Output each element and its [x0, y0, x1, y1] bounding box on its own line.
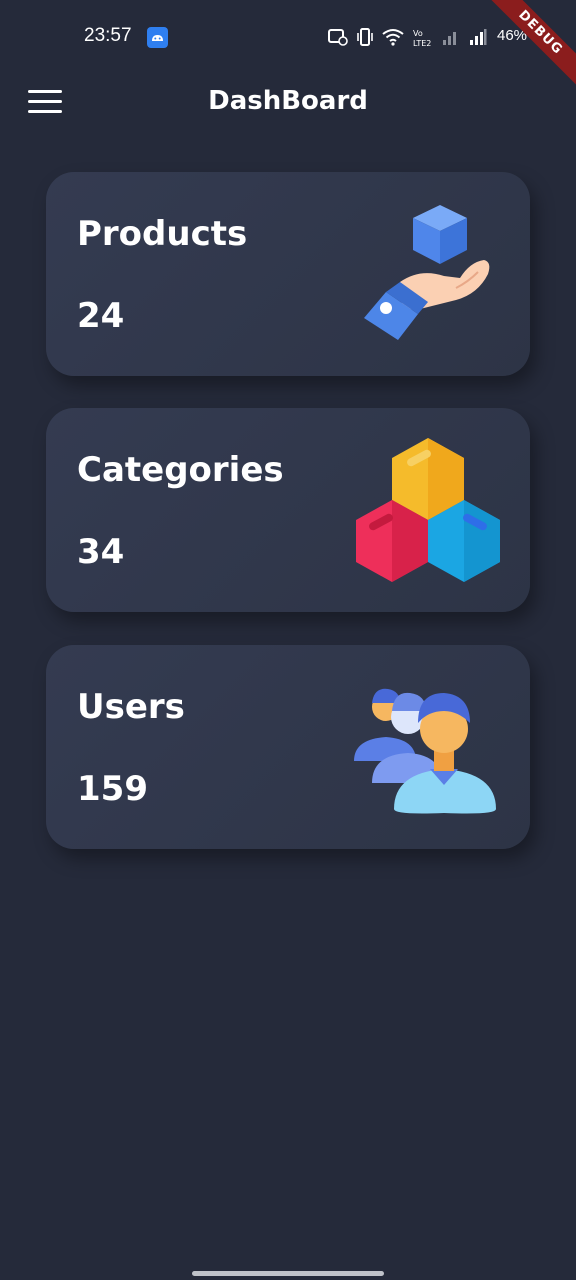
home-indicator[interactable]	[192, 1271, 384, 1276]
status-icons: Vo LTE2	[328, 26, 487, 48]
products-card[interactable]: Products 24	[46, 172, 530, 376]
wifi-icon	[382, 29, 404, 46]
vibrate-icon	[357, 28, 373, 46]
products-card-title: Products	[77, 214, 248, 254]
hand-holding-box-icon	[364, 205, 490, 340]
users-card[interactable]: Users 159	[46, 645, 530, 849]
hexagon-boxes-icon	[356, 438, 500, 582]
volte-icon: VoLTE2	[413, 29, 431, 47]
svg-text:LTE2: LTE2	[413, 39, 431, 47]
products-card-count: 24	[77, 296, 125, 336]
svg-text:Vo: Vo	[413, 29, 423, 38]
categories-card-count: 34	[77, 532, 125, 572]
users-group-icon	[354, 688, 496, 814]
page-title: DashBoard	[208, 86, 368, 116]
signal-icon	[443, 32, 456, 45]
users-card-count: 159	[77, 769, 148, 809]
categories-card[interactable]: Categories 34	[46, 408, 530, 612]
users-card-title: Users	[77, 687, 185, 727]
android-icon	[147, 27, 168, 48]
app-bar: DashBoard	[0, 74, 576, 130]
categories-card-title: Categories	[77, 450, 284, 490]
nfc-icon	[328, 29, 348, 46]
status-time: 23:57	[84, 25, 132, 46]
